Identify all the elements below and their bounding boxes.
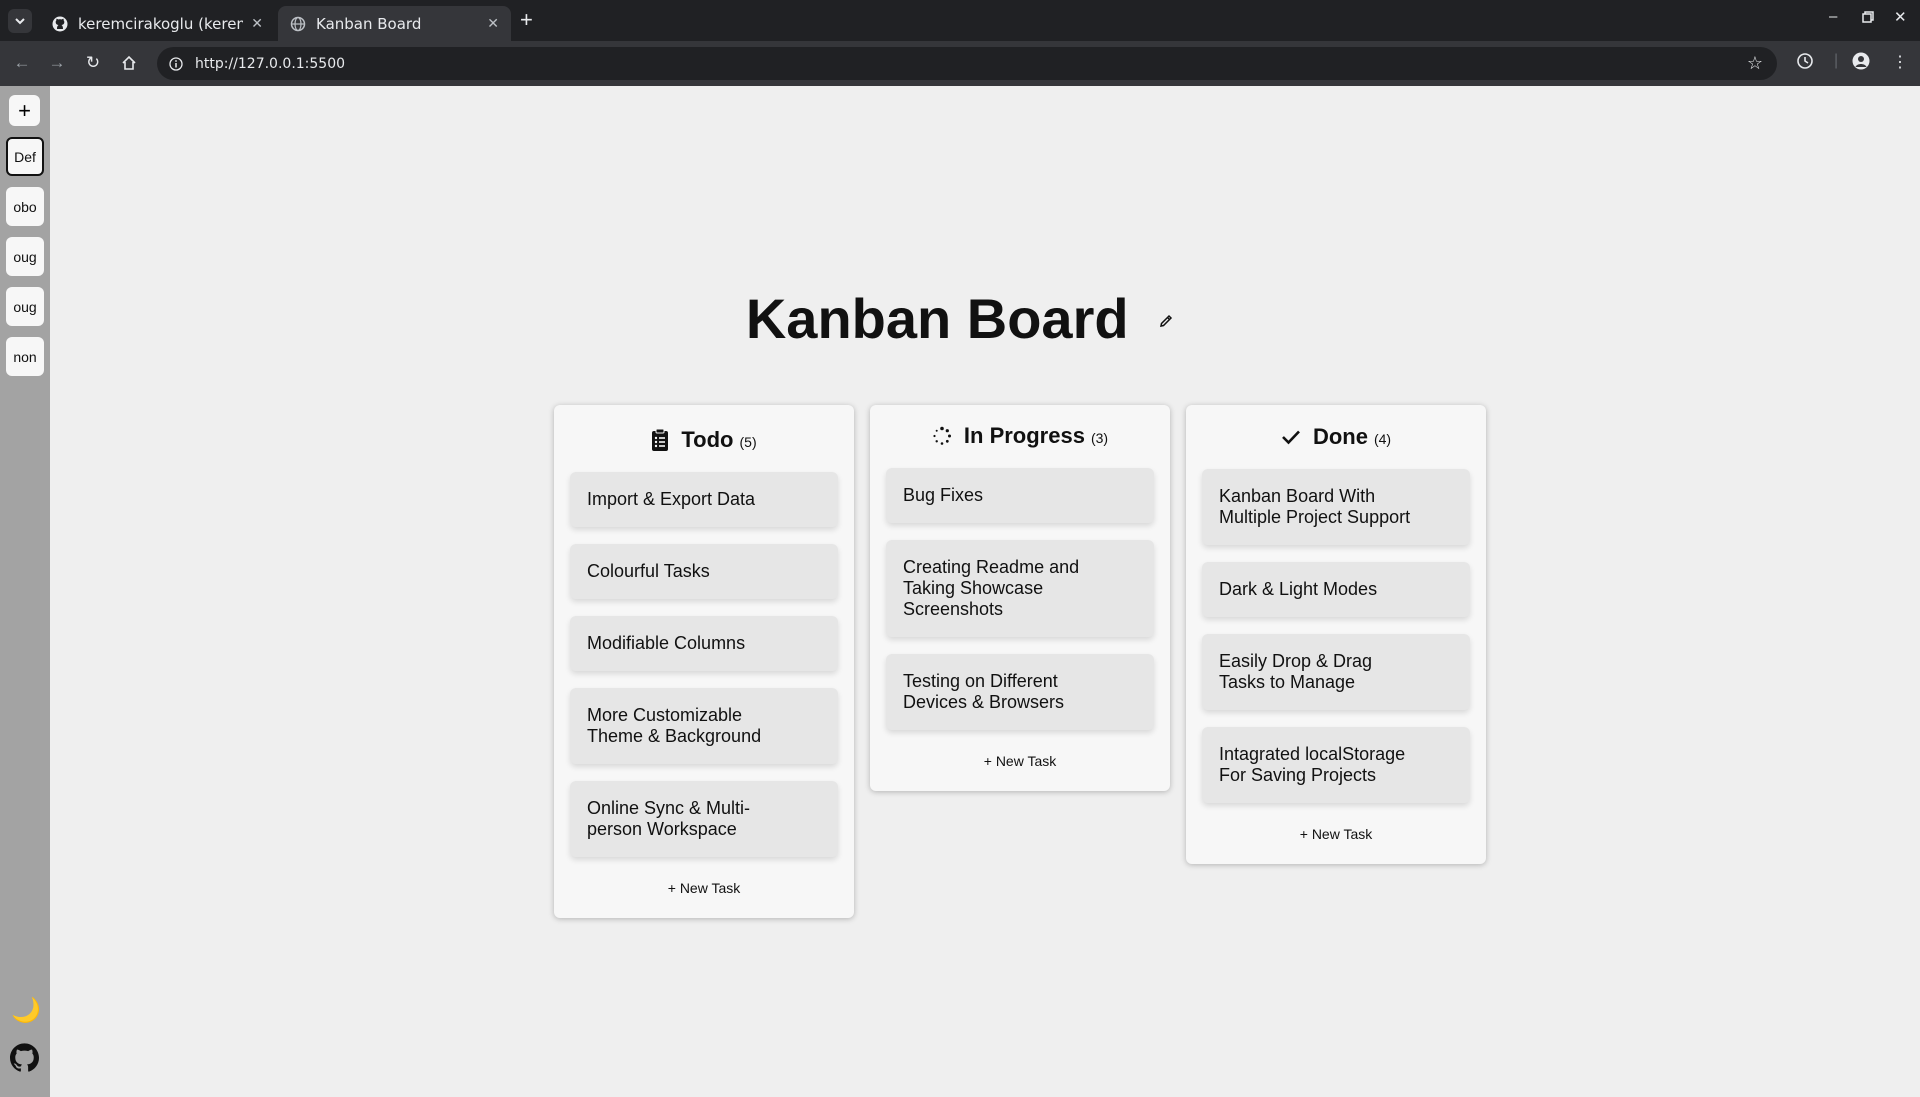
github-icon [52,16,68,31]
task-text: Testing on Different Devices & Browsers [903,671,1065,712]
task-card[interactable]: More Customizable Theme & Background [570,688,838,764]
project-sidebar: + Def obo oug oug non 🌙 [0,86,50,1097]
home-icon[interactable] [118,52,140,74]
add-project-button[interactable]: + [9,95,40,126]
column-done: Done (4) Kanban Board With Multiple Proj… [1186,405,1486,864]
task-card[interactable]: Easily Drop & Drag Tasks to Manage [1202,634,1470,710]
column-todo: Todo (5) Import & Export Data Colourful … [554,405,854,918]
task-text: Bug Fixes [903,485,984,505]
new-task-button[interactable]: + New Task [1202,820,1470,848]
task-text: Intagrated localStorage For Saving Proje… [1219,744,1406,785]
toolbar-divider: | [1834,52,1839,69]
history-icon[interactable] [1796,52,1814,75]
column-count: (5) [739,434,757,450]
profile-icon[interactable] [1852,52,1870,75]
board-title: Kanban Board [0,286,1920,351]
new-task-button[interactable]: + New Task [570,874,838,902]
column-in-progress: In Progress (3) Bug Fixes Creating Readm… [870,405,1170,791]
task-text: Modifiable Columns [587,633,746,653]
browser-tab-strip: keremcirakoglu (kerem) ✕ Kanban Board ✕ … [0,0,1920,41]
restore-icon[interactable] [1862,10,1874,27]
column-count: (3) [1090,430,1109,446]
moon-icon[interactable]: 🌙 [11,996,41,1025]
column-header: Todo (5) [570,422,838,458]
task-text: Creating Readme and Taking Showcase Scre… [903,557,1080,619]
task-card[interactable]: Creating Readme and Taking Showcase Scre… [886,540,1154,637]
browser-toolbar: ← → ↻ http://127.0.0.1:5500 ☆ | ⋮ [0,41,1920,86]
tab-title: keremcirakoglu (kerem) [78,14,244,33]
tab-search-button[interactable] [8,9,32,33]
task-text: Colourful Tasks [587,561,710,581]
spinner-icon [932,426,952,446]
column-title: Todo [681,427,734,452]
column-title: In Progress [963,423,1085,448]
check-icon [1281,429,1301,445]
task-card[interactable]: Modifiable Columns [570,616,838,671]
task-card[interactable]: Testing on Different Devices & Browsers [886,654,1154,730]
menu-dots-icon[interactable]: ⋮ [1892,52,1908,72]
task-text: Online Sync & Multi-person Workspace [587,798,751,839]
github-icon[interactable] [10,1043,39,1072]
pencil-icon[interactable] [1158,313,1174,334]
task-card[interactable]: Import & Export Data [570,472,838,527]
close-window-icon[interactable]: ✕ [1894,8,1907,26]
project-button-obo[interactable]: obo [6,187,44,226]
column-title: Done [1312,424,1368,449]
column-header: Done (4) [1202,419,1470,455]
new-tab-button[interactable]: + [520,7,533,33]
info-icon[interactable] [169,56,183,71]
column-count: (4) [1373,431,1392,447]
task-card[interactable]: Bug Fixes [886,468,1154,523]
bookmark-star-icon[interactable]: ☆ [1747,53,1763,74]
address-bar[interactable]: http://127.0.0.1:5500 ☆ [157,47,1777,80]
task-card[interactable]: Online Sync & Multi-person Workspace [570,781,838,857]
address-url: http://127.0.0.1:5500 [195,55,346,72]
project-button-def[interactable]: Def [6,137,44,176]
task-text: Dark & Light Modes [1219,579,1378,599]
task-text: Import & Export Data [587,489,756,509]
task-card[interactable]: Intagrated localStorage For Saving Proje… [1202,727,1470,803]
reload-icon[interactable]: ↻ [82,52,104,74]
task-card[interactable]: Dark & Light Modes [1202,562,1470,617]
clipboard-icon [651,428,669,452]
browser-tab-github[interactable]: keremcirakoglu (kerem) ✕ [40,6,275,41]
task-card[interactable]: Colourful Tasks [570,544,838,599]
globe-icon [290,16,306,31]
project-button-oug[interactable]: oug [6,237,44,276]
new-task-button[interactable]: + New Task [886,747,1154,775]
column-header: In Progress (3) [886,418,1154,454]
chevron-down-icon [15,18,25,25]
minimize-icon[interactable]: – [1829,8,1837,25]
close-tab-icon[interactable]: ✕ [251,16,263,32]
task-text: Kanban Board With Multiple Project Suppo… [1219,486,1411,527]
task-text: More Customizable Theme & Background [587,705,762,746]
task-card[interactable]: Kanban Board With Multiple Project Suppo… [1202,469,1470,545]
board-title-text: Kanban Board [745,287,1129,350]
back-arrow-icon[interactable]: ← [11,52,33,74]
close-tab-icon[interactable]: ✕ [487,16,499,32]
tab-title: Kanban Board [316,14,422,33]
browser-tab-kanban[interactable]: Kanban Board ✕ [278,6,511,41]
forward-arrow-icon[interactable]: → [46,52,68,74]
task-text: Easily Drop & Drag Tasks to Manage [1219,651,1373,692]
